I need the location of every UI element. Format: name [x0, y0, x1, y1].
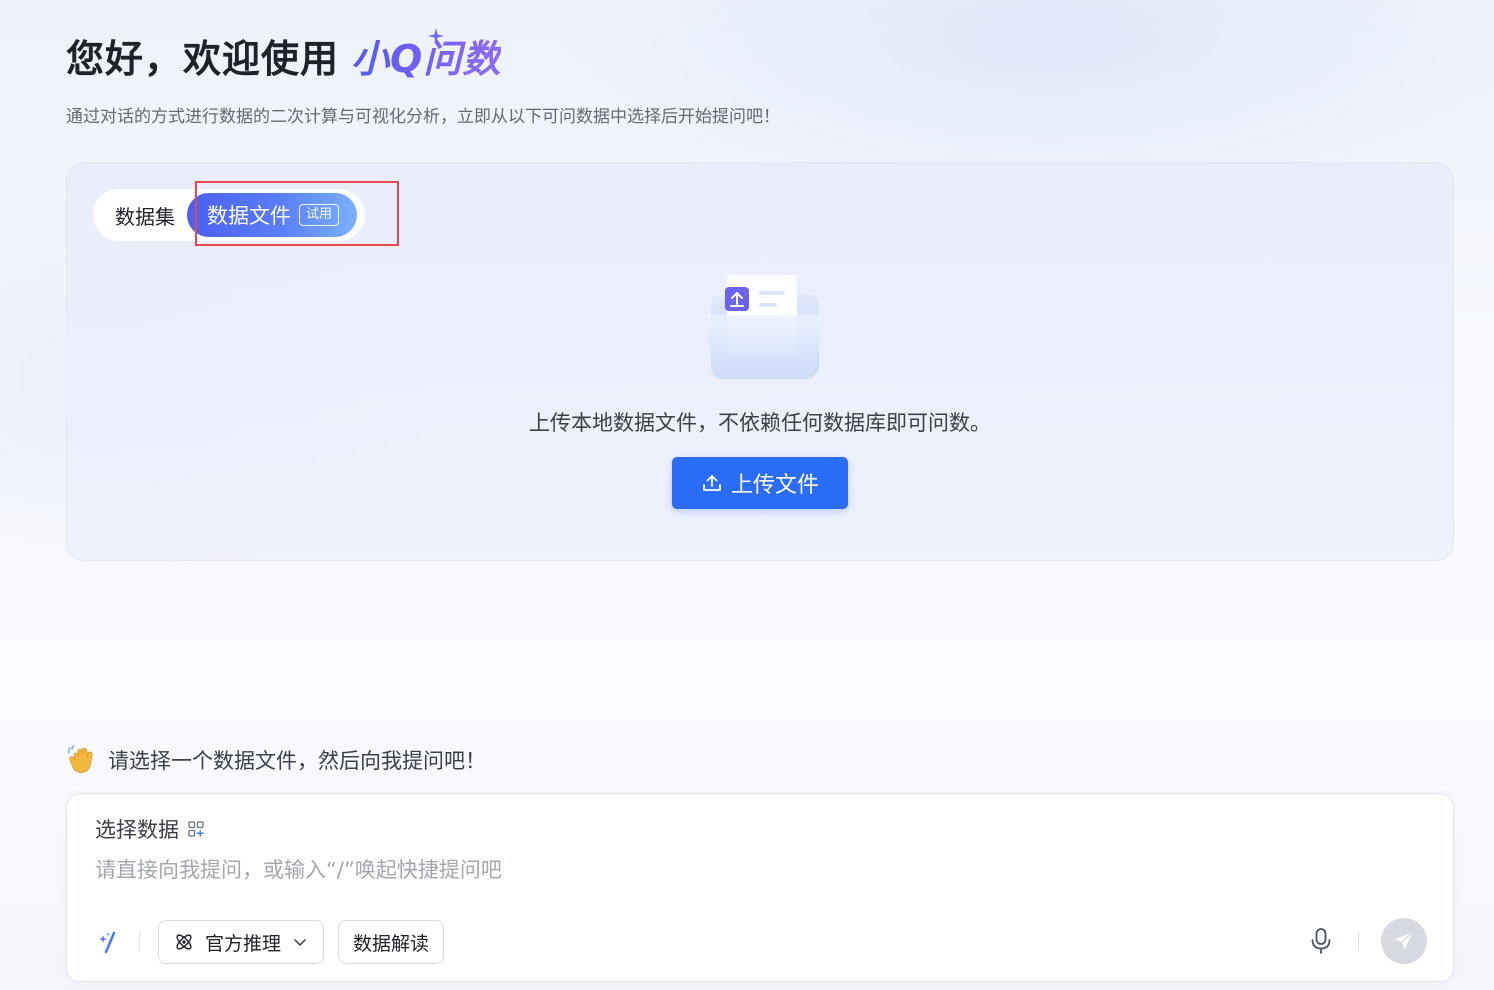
atom-icon: [176, 934, 192, 950]
composer-actions: [1306, 918, 1427, 964]
model-select-label: 官方推理: [205, 932, 282, 955]
brand-name: 小Q问数: [351, 28, 501, 83]
grid-icon: [188, 821, 204, 837]
highlight-annotation: [195, 181, 399, 246]
upload-file-button[interactable]: 上传文件: [672, 457, 848, 509]
chevron-down-icon: [294, 939, 306, 946]
model-select[interactable]: 官方推理: [158, 920, 325, 964]
waving-hand-icon: [67, 745, 93, 773]
send-button[interactable]: [1381, 918, 1427, 964]
send-icon: [1395, 931, 1414, 950]
microphone-icon[interactable]: [1306, 926, 1336, 956]
toolbar-divider: [139, 932, 140, 952]
page-subtitle: 通过对话的方式进行数据的二次计算与可视化分析，立即从以下可问数据中选择后开始提问…: [66, 107, 780, 127]
data-interpret-chip[interactable]: 数据解读: [338, 920, 445, 964]
select-data-label: 选择数据: [95, 818, 179, 842]
data-source-card: 数据集 数据文件 试用 上传本地数据文件，不依赖任何数据库即可问数。 上传文件: [66, 162, 1454, 561]
magic-wand-icon[interactable]: [95, 928, 123, 956]
query-input[interactable]: [95, 854, 995, 886]
actions-divider: [1358, 931, 1359, 951]
upload-icon: [703, 475, 721, 491]
chat-composer: 选择数据 官方推理 数据解读: [66, 793, 1454, 982]
composer-toolbar: 官方推理 数据解读: [95, 920, 445, 964]
upload-folder-illustration: [705, 275, 824, 379]
select-data-trigger[interactable]: 选择数据: [95, 814, 205, 844]
prompt-hint: 请选择一个数据文件，然后向我提问吧！: [66, 744, 486, 776]
empty-state-text: 上传本地数据文件，不依赖任何数据库即可问数。: [529, 411, 991, 435]
sparkle-icon: [428, 28, 444, 44]
upload-file-label: 上传文件: [730, 473, 819, 498]
prompt-hint-text: 请选择一个数据文件，然后向我提问吧！: [108, 749, 486, 773]
greeting-text: 您好，欢迎使用: [66, 37, 340, 81]
data-interpret-label: 数据解读: [353, 932, 430, 955]
tab-dataset[interactable]: 数据集: [115, 201, 181, 230]
